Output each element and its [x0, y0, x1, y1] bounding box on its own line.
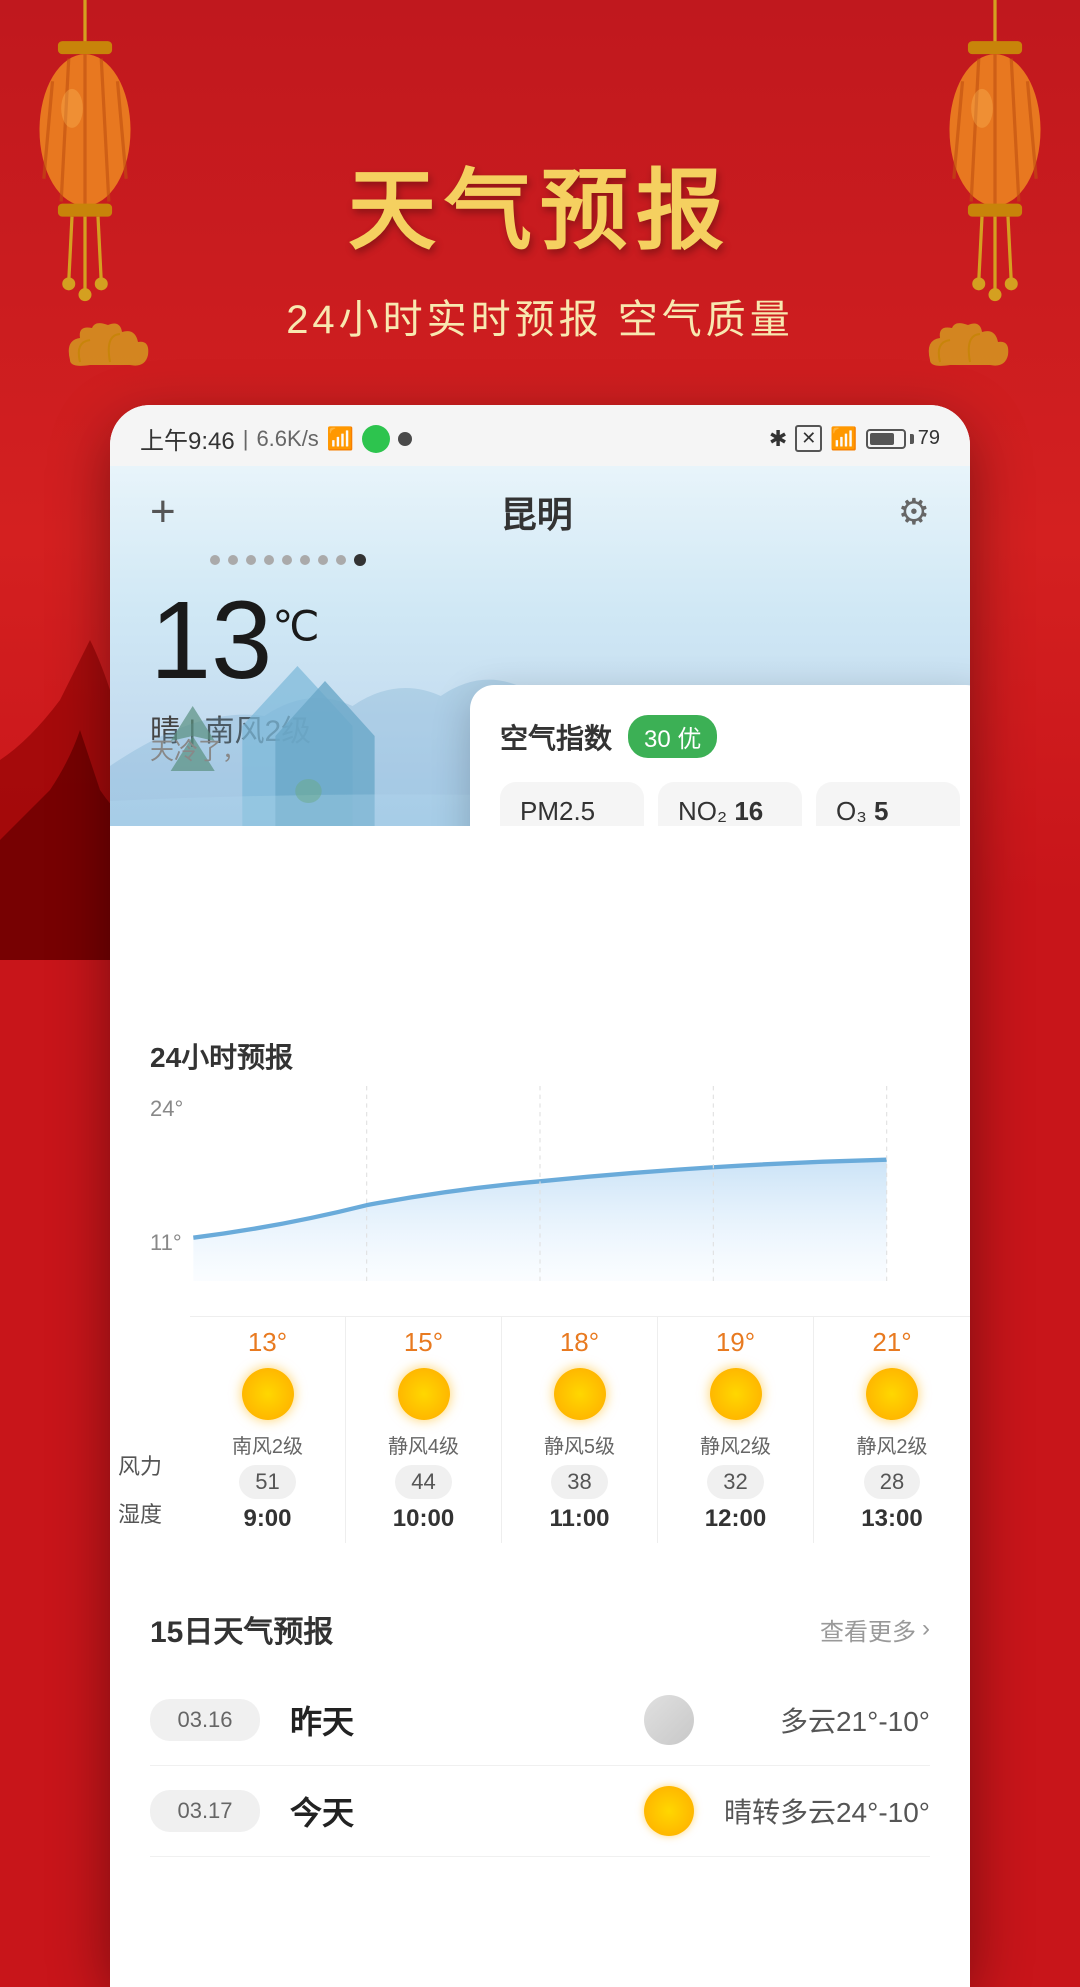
wind-11: 静风5级: [540, 1430, 619, 1459]
temp-9: 13°: [248, 1327, 287, 1358]
weather-icon-11: [554, 1368, 606, 1420]
signal-icon: 📶: [327, 426, 354, 452]
forecast-24h-title: 24小时预报: [110, 1036, 970, 1076]
humidity-10: 44: [395, 1465, 451, 1499]
time-11: 11:00: [549, 1505, 609, 1533]
city-name: 昆明: [501, 486, 573, 538]
forecast-date-03-16: 03.16: [150, 1699, 260, 1741]
hourly-row-wrapper: 风力 湿度 13° 南风2级 51 9:00 15°: [110, 1316, 970, 1543]
wind-12: 静风2级: [696, 1430, 775, 1459]
hourly-grid: 13° 南风2级 51 9:00 15° 静风4级 44 10:00: [190, 1316, 970, 1543]
hourly-col-3: 18° 静风5级 38 11:00: [502, 1317, 658, 1543]
temp-12: 19°: [716, 1327, 755, 1358]
aq-o3: O₃ 5: [816, 782, 960, 826]
aq-title: 空气指数: [500, 717, 612, 757]
forecast-day-yesterday: 昨天: [290, 1697, 644, 1743]
forecast-15-title: 15日天气预报: [150, 1607, 333, 1651]
battery-indicator: [866, 429, 906, 449]
view-more-button[interactable]: 查看更多 ›: [820, 1612, 930, 1647]
humidity-9: 51: [239, 1465, 295, 1499]
hourly-col-4: 19° 静风2级 32 12:00: [658, 1317, 814, 1543]
view-more-arrow-icon: ›: [922, 1615, 930, 1643]
forecast-temps-today: 晴转多云24°-10°: [710, 1791, 930, 1831]
status-speed: |: [243, 426, 249, 452]
bluetooth-icon: ✱: [769, 426, 787, 452]
active-indicator: [362, 425, 390, 453]
aq-no2: NO₂ 16: [658, 782, 802, 826]
app-title: 天气预报: [348, 140, 732, 267]
weather-note: 天冷了，: [150, 731, 246, 766]
settings-icon[interactable]: ⚙: [898, 491, 930, 533]
battery-percentage: 79: [918, 427, 940, 450]
time-10: 10:00: [393, 1505, 454, 1533]
forecast-day-today: 今天: [290, 1788, 644, 1834]
vpn-icon: ✕: [795, 425, 822, 452]
wind-9: 南风2级: [228, 1430, 307, 1459]
weather-icon-12: [710, 1368, 762, 1420]
time-9: 9:00: [243, 1505, 291, 1533]
phone-mockup: 上午9:46 | 6.6K/s 📶 ✱ ✕ 📶 79: [110, 405, 970, 1987]
aq-pm25: PM2.5 66: [500, 782, 644, 826]
location-dots: [210, 554, 930, 566]
aq-score-badge: 30 优: [628, 715, 717, 758]
app-subtitle: 24小时实时预报 空气质量: [286, 287, 794, 345]
weather-icon-13: [866, 1368, 918, 1420]
hourly-col-5: 21° 静风2级 28 13:00: [814, 1317, 970, 1543]
time-13: 13:00: [861, 1505, 922, 1533]
wind-label: 风力: [118, 1449, 182, 1481]
forecast-24h-section: 24小时预报 24° 11°: [110, 1006, 970, 1563]
temp-11: 18°: [560, 1327, 599, 1358]
chart-svg: [150, 1086, 930, 1281]
humidity-11: 38: [551, 1465, 607, 1499]
forecast-row-today[interactable]: 03.17 今天 晴转多云24°-10°: [150, 1766, 930, 1857]
status-time: 上午9:46: [140, 421, 235, 456]
humidity-13: 28: [864, 1465, 920, 1499]
hourly-col-2: 15° 静风4级 44 10:00: [346, 1317, 502, 1543]
wifi-icon: 📶: [830, 426, 857, 452]
time-12: 12:00: [705, 1505, 766, 1533]
weather-icon-9: [242, 1368, 294, 1420]
temp-10: 15°: [404, 1327, 443, 1358]
row-labels: 风力 湿度: [110, 1316, 190, 1543]
humidity-12: 32: [707, 1465, 763, 1499]
temp-13: 21°: [872, 1327, 911, 1358]
wind-13: 静风2级: [852, 1430, 931, 1459]
forecast-temps-yesterday: 多云21°-10°: [710, 1700, 930, 1740]
weather-card: + 昆明 ⚙ 13℃ 晴 | 南风2级: [110, 466, 970, 826]
page-bottom-spacer: [110, 1887, 970, 1987]
forecast-row-yesterday[interactable]: 03.16 昨天 多云21°-10°: [150, 1675, 930, 1766]
forecast-icon-today: [644, 1786, 694, 1836]
wind-10: 静风4级: [384, 1430, 463, 1459]
status-bar: 上午9:46 | 6.6K/s 📶 ✱ ✕ 📶 79: [110, 405, 970, 466]
weather-icon-10: [398, 1368, 450, 1420]
forecast-icon-yesterday: [644, 1695, 694, 1745]
forecast-15-section: 15日天气预报 查看更多 › 03.16 昨天 多云21°-10° 03.17 …: [110, 1577, 970, 1887]
temperature-chart: 24° 11°: [110, 1086, 970, 1306]
air-quality-popup: 空气指数 30 优 PM2.5 66 NO₂ 16 O₃ 5 SO₂ 3 PM1…: [470, 685, 970, 826]
aq-grid: PM2.5 66 NO₂ 16 O₃ 5 SO₂ 3 PM10 60 CO 7: [500, 782, 960, 826]
add-location-button[interactable]: +: [150, 487, 176, 537]
forecast-date-03-17: 03.17: [150, 1790, 260, 1832]
notification-dot: [398, 432, 412, 446]
status-network-speed: 6.6K/s: [256, 426, 318, 452]
hourly-col-1: 13° 南风2级 51 9:00: [190, 1317, 346, 1543]
humidity-label: 湿度: [118, 1497, 182, 1529]
